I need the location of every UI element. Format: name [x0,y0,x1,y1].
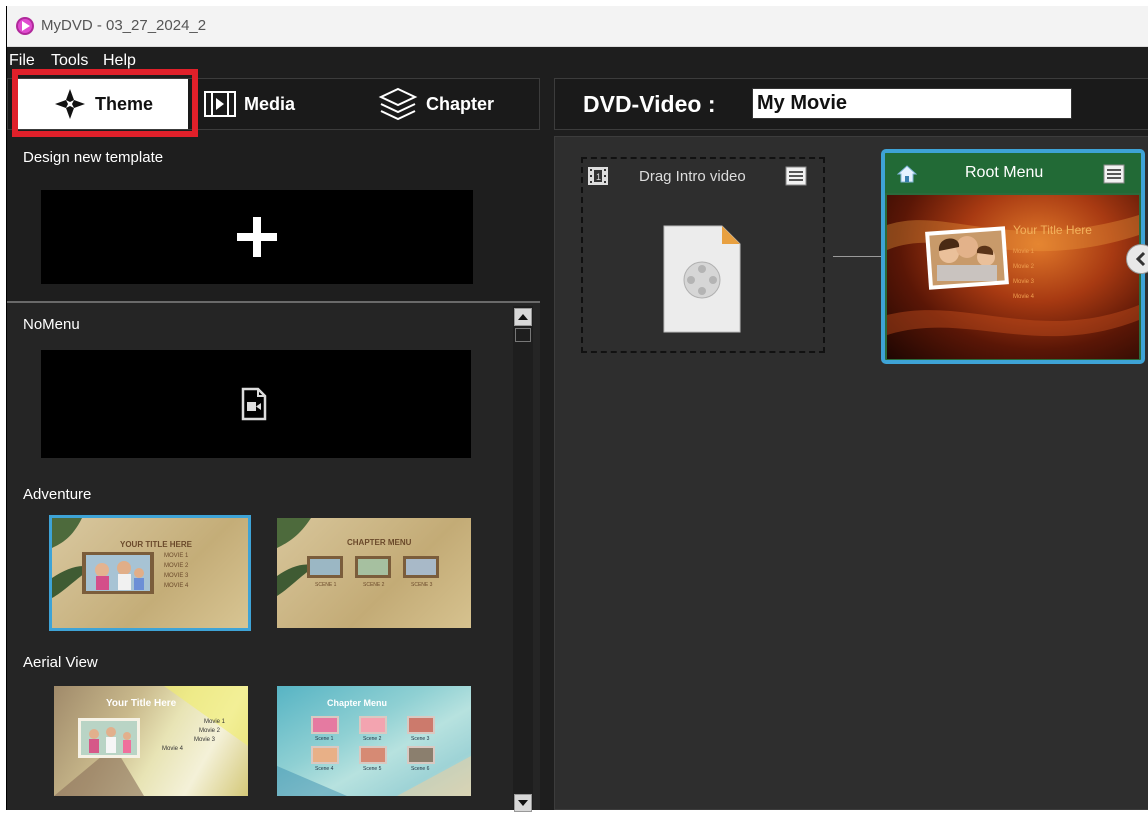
root-preview-item-1: Movie 1 [1013,249,1035,255]
list-icon[interactable] [785,166,807,186]
scroll-down-button[interactable] [514,794,532,812]
root-menu-header: Root Menu [885,153,1141,193]
root-preview-item-2: Movie 2 [1013,264,1035,270]
menu-tools[interactable]: Tools [51,52,88,70]
title-bar: MyDVD - 03_27_2024_2 [7,6,1148,47]
tab-media[interactable]: Media [204,79,295,129]
template-aerial-1[interactable]: Your Title Here Movie 1 Movie 2 Movie 3 … [54,686,248,796]
dvd-video-label: DVD-Video : [583,91,716,117]
aerial-2-item-4: Scene 4 [315,766,334,772]
root-menu-label: Root Menu [965,164,1044,181]
root-menu-card[interactable]: Root Menu Your Title Here Movie 1 Movie … [881,149,1145,364]
design-new-template-label: Design new template [23,149,164,166]
template-aerial-2[interactable]: Chapter Menu Scene 1 Scene 2 Scene 3 Sce… [277,686,471,796]
intro-video-label: Drag Intro video [639,168,746,185]
svg-text:1: 1 [596,172,601,182]
adventure-2-item-1: SCENE 1 [315,582,337,588]
media-icon [204,91,236,117]
category-aerial-view-label: Aerial View [23,654,98,671]
aerial-2-item-5: Scene 5 [363,766,382,772]
aerial-2-item-6: Scene 6 [411,766,430,772]
aerial-1-title: Your Title Here [106,698,177,709]
aerial-1-item-4: Movie 4 [162,746,184,752]
dvd-title-input[interactable] [752,88,1072,119]
category-adventure-label: Adventure [23,486,92,503]
aerial-1-item-3: Movie 3 [194,737,216,743]
template-list-scrollbar[interactable] [513,306,533,812]
adventure-1-item-2: MOVIE 2 [164,563,189,569]
template-nomenu[interactable] [41,350,471,458]
theme-tab-highlight [12,69,198,137]
adventure-2-item-3: SCENE 3 [411,582,433,588]
design-new-template-button[interactable] [41,190,473,284]
category-nomenu-label: NoMenu [23,316,80,333]
scroll-up-button[interactable] [514,308,532,326]
collapse-panel-button[interactable] [1126,244,1148,274]
template-adventure-1[interactable]: YOUR TITLE HERE MOVIE 1 MOVIE 2 MOVIE 3 … [49,515,251,631]
root-menu-preview-art [887,215,1139,337]
root-preview-item-4: Movie 4 [1013,294,1035,300]
scrollbar-thumb[interactable] [515,328,531,342]
adventure-2-art [277,518,439,596]
root-menu-preview: Your Title Here Movie 1 Movie 2 Movie 3 … [887,195,1139,359]
app-logo-icon [16,17,34,35]
scroll-up-icon [518,314,528,320]
dvd-header: DVD-Video : [554,78,1148,130]
adventure-1-item-1: MOVIE 1 [164,553,189,559]
adventure-1-title: YOUR TITLE HERE [120,540,193,549]
window-title: MyDVD - 03_27_2024_2 [41,17,207,34]
home-icon [897,165,917,183]
root-preview-item-3: Movie 3 [1013,279,1035,285]
list-icon[interactable] [1103,164,1125,184]
video-file-icon [241,387,267,421]
plus-icon [237,217,277,257]
adventure-1-item-3: MOVIE 3 [164,573,189,579]
aerial-2-title: Chapter Menu [327,698,388,708]
mydvd-window: MyDVD - 03_27_2024_2 File Tools Help The… [6,6,1148,812]
menu-help[interactable]: Help [103,52,136,70]
root-preview-title: Your Title Here [1013,223,1092,237]
menu-file[interactable]: File [9,52,35,70]
chevron-left-icon [1135,251,1146,267]
chapter-icon [378,87,418,121]
aerial-2-item-1: Scene 1 [315,736,334,742]
intro-film-icon: 1 [588,167,608,185]
tab-chapter[interactable]: Chapter [378,79,494,129]
adventure-2-title: CHAPTER MENU [347,538,412,547]
video-file-icon [663,225,741,333]
adventure-2-item-2: SCENE 2 [363,582,385,588]
aerial-1-item-2: Movie 2 [199,728,221,734]
tab-chapter-label: Chapter [426,93,495,114]
adventure-1-art [52,518,154,598]
tab-media-label: Media [244,93,296,114]
aerial-2-item-3: Scene 3 [411,736,430,742]
intro-to-root-connector [833,256,881,257]
scroll-down-icon [518,800,528,806]
template-adventure-2[interactable]: CHAPTER MENU SCENE 1 SCENE 2 SCENE 3 [277,518,471,628]
aerial-2-item-2: Scene 2 [363,736,382,742]
adventure-1-item-4: MOVIE 4 [164,583,189,589]
aerial-1-item-1: Movie 1 [204,719,226,725]
